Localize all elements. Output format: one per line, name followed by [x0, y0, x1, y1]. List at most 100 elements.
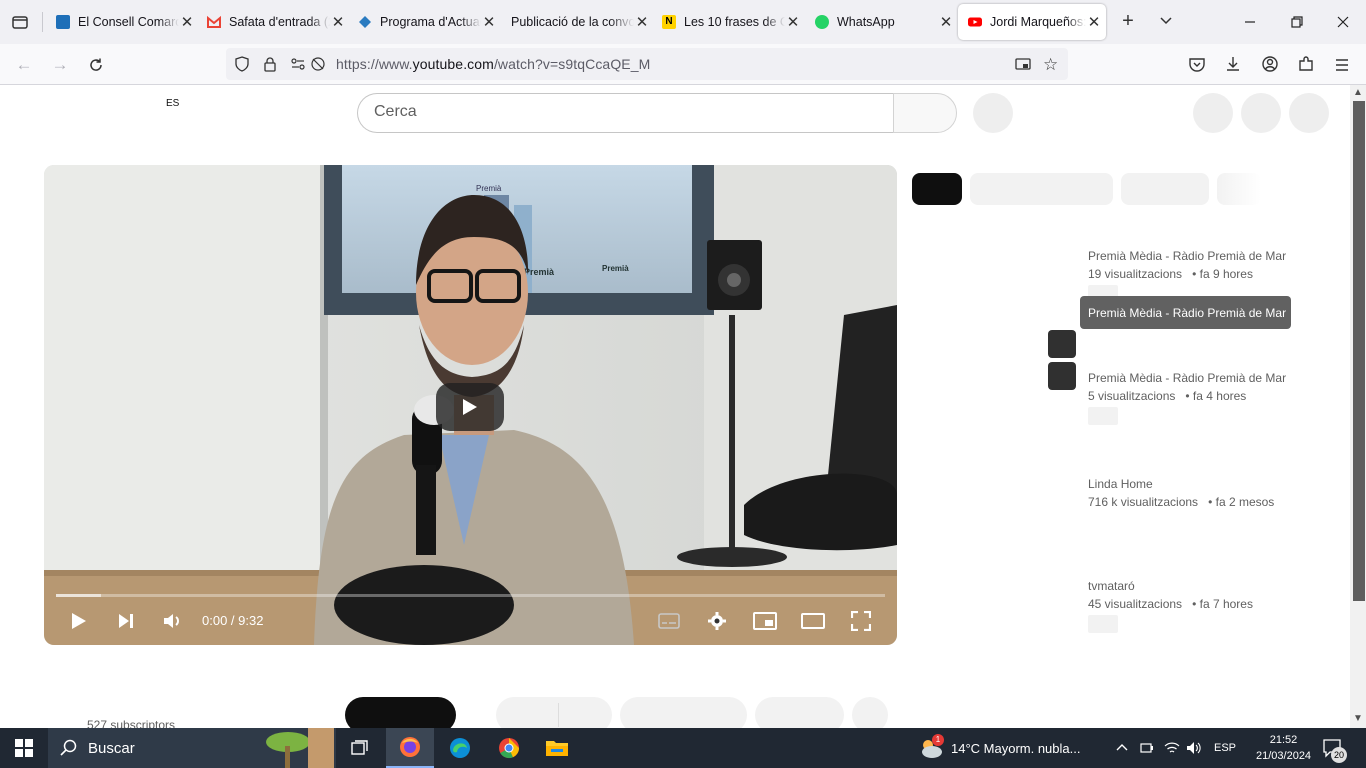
- task-view-button[interactable]: [346, 728, 374, 768]
- fullscreen-button[interactable]: [846, 606, 876, 636]
- scroll-down-icon[interactable]: ▼: [1352, 713, 1364, 724]
- voice-search-button[interactable]: [973, 93, 1013, 133]
- tracking-protection-icon[interactable]: [234, 56, 250, 77]
- search-box[interactable]: [357, 93, 894, 133]
- firefox-taskbar-button[interactable]: [386, 728, 434, 768]
- channel-name[interactable]: Linda Home: [1088, 475, 1274, 493]
- download-button[interactable]: [755, 697, 844, 728]
- tab-10-frases[interactable]: N Les 10 frases de C ✕: [656, 4, 801, 40]
- settings-button[interactable]: [702, 606, 732, 636]
- downloads-icon[interactable]: [1224, 55, 1242, 78]
- page-scrollbar[interactable]: ▲ ▼: [1350, 85, 1366, 728]
- related-video[interactable]: Premià Mèdia - Ràdio Premià de Mar 5 vis…: [1088, 369, 1286, 425]
- weather-alert-badge: 1: [932, 734, 944, 746]
- url-host: youtube.com: [412, 56, 494, 72]
- tab-publicacio[interactable]: Publicació de la convocatòria ✕: [505, 4, 650, 40]
- progress-bar[interactable]: [56, 594, 885, 597]
- account-icon[interactable]: [1261, 55, 1279, 78]
- clock[interactable]: 21:52 21/03/2024: [1256, 728, 1311, 768]
- share-button[interactable]: [620, 697, 747, 728]
- related-video[interactable]: Linda Home 716 k visualitzacions • fa 2 …: [1088, 475, 1274, 511]
- tab-consell-comarcal[interactable]: El Consell Comarcal ✕: [50, 4, 195, 40]
- tab-youtube-active[interactable]: Jordi Marqueños: Premià ✕: [958, 4, 1106, 40]
- tab-gmail[interactable]: Safata d'entrada (2) ✕: [201, 4, 346, 40]
- close-tab-icon[interactable]: ✕: [938, 13, 954, 31]
- avatar[interactable]: [1289, 93, 1329, 133]
- play-button[interactable]: [64, 606, 94, 636]
- start-button[interactable]: [0, 728, 48, 768]
- next-button[interactable]: [111, 606, 141, 636]
- url-text[interactable]: https://www.youtube.com/watch?v=s9tqCcaQ…: [336, 56, 650, 72]
- scroll-up-icon[interactable]: ▲: [1352, 87, 1364, 98]
- app-menu-icon[interactable]: [1333, 56, 1351, 79]
- create-button[interactable]: [1193, 93, 1233, 133]
- forward-icon[interactable]: →: [47, 52, 73, 78]
- extensions-icon[interactable]: [1297, 55, 1315, 78]
- permissions-icon[interactable]: [290, 56, 306, 77]
- weather-widget[interactable]: 1 14°C Mayorm. nubla...: [918, 728, 1080, 768]
- tab-whatsapp[interactable]: WhatsApp ✕: [809, 4, 954, 40]
- close-tab-icon[interactable]: ✕: [330, 13, 346, 31]
- filter-chip[interactable]: [970, 173, 1113, 205]
- new-tab-icon[interactable]: +: [1118, 10, 1138, 34]
- bookmark-star-icon[interactable]: ☆: [1043, 55, 1058, 75]
- show-hidden-icons-button[interactable]: [1115, 728, 1129, 768]
- channel-name[interactable]: Premià Mèdia - Ràdio Premià de Mar: [1088, 247, 1286, 265]
- tab-list-icon[interactable]: [10, 12, 30, 32]
- input-language[interactable]: ESP: [1214, 728, 1236, 768]
- search-button[interactable]: [893, 93, 957, 133]
- related-video[interactable]: tvmataró 45 visualitzacions • fa 7 hores: [1088, 577, 1253, 633]
- lock-icon[interactable]: [262, 56, 278, 77]
- navigation-toolbar: ← → https://www.youtube.com/watch?v=s9tq…: [0, 44, 1366, 85]
- channel-name[interactable]: tvmataró: [1088, 577, 1253, 595]
- tab-bar: El Consell Comarcal ✕ Safata d'entrada (…: [0, 0, 1366, 44]
- task-view-icon: [351, 740, 368, 755]
- filter-chip[interactable]: [1121, 173, 1209, 205]
- big-play-button[interactable]: [436, 383, 504, 431]
- scrollbar-thumb[interactable]: [1353, 101, 1365, 601]
- list-all-tabs-icon[interactable]: [1158, 12, 1174, 33]
- chrome-taskbar-button[interactable]: [485, 728, 533, 768]
- related-video[interactable]: Premià Mèdia - Ràdio Premià de Mar 19 vi…: [1088, 247, 1286, 303]
- tab-programa[interactable]: Programa d'Actuació ✕: [352, 4, 497, 40]
- network-icon[interactable]: [1164, 728, 1180, 768]
- close-window-icon[interactable]: [1333, 12, 1353, 37]
- action-button[interactable]: [1048, 330, 1076, 358]
- like-dislike-button[interactable]: [496, 697, 612, 728]
- restore-icon[interactable]: [1287, 12, 1307, 37]
- theater-mode-button[interactable]: [798, 606, 828, 636]
- mute-button[interactable]: [158, 606, 188, 636]
- country-code: ES: [166, 98, 180, 109]
- more-actions-button[interactable]: [852, 697, 888, 728]
- battery-icon[interactable]: [1139, 728, 1155, 768]
- close-tab-icon[interactable]: ✕: [785, 13, 801, 31]
- video-player[interactable]: Premià Premià Premià 0:00 / 9:32: [44, 165, 897, 645]
- search-input[interactable]: [374, 103, 874, 121]
- channel-name[interactable]: Premià Mèdia - Ràdio Premià de Mar: [1088, 369, 1286, 387]
- notification-count-badge: 20: [1331, 747, 1347, 763]
- close-tab-icon[interactable]: ✕: [481, 13, 497, 31]
- volume-icon[interactable]: [1186, 728, 1202, 768]
- notifications-button[interactable]: [1241, 93, 1281, 133]
- filter-chip-all[interactable]: [912, 173, 962, 205]
- url-path: /watch?v=s9tqCcaQE_M: [493, 56, 651, 72]
- miniplayer-button[interactable]: [750, 606, 780, 636]
- taskbar-search[interactable]: Buscar: [48, 728, 336, 768]
- minimize-icon[interactable]: [1240, 12, 1260, 37]
- subtitles-button[interactable]: [654, 606, 684, 636]
- autoplay-blocked-icon[interactable]: [310, 56, 326, 77]
- subscribe-button[interactable]: [345, 697, 456, 728]
- address-bar[interactable]: https://www.youtube.com/watch?v=s9tqCcaQ…: [226, 48, 1068, 80]
- reload-icon[interactable]: [83, 52, 109, 78]
- edge-taskbar-button[interactable]: [436, 728, 484, 768]
- close-tab-icon[interactable]: ✕: [634, 13, 650, 31]
- notification-center-button[interactable]: 20: [1322, 728, 1347, 768]
- picture-in-picture-icon[interactable]: [1015, 56, 1031, 77]
- pocket-icon[interactable]: [1188, 56, 1206, 79]
- close-tab-icon[interactable]: ✕: [179, 13, 195, 31]
- file-explorer-taskbar-button[interactable]: [533, 728, 581, 768]
- back-icon[interactable]: ←: [11, 52, 37, 78]
- action-button[interactable]: [1048, 362, 1076, 390]
- filter-chip[interactable]: [1217, 173, 1261, 205]
- close-tab-icon[interactable]: ✕: [1086, 13, 1102, 31]
